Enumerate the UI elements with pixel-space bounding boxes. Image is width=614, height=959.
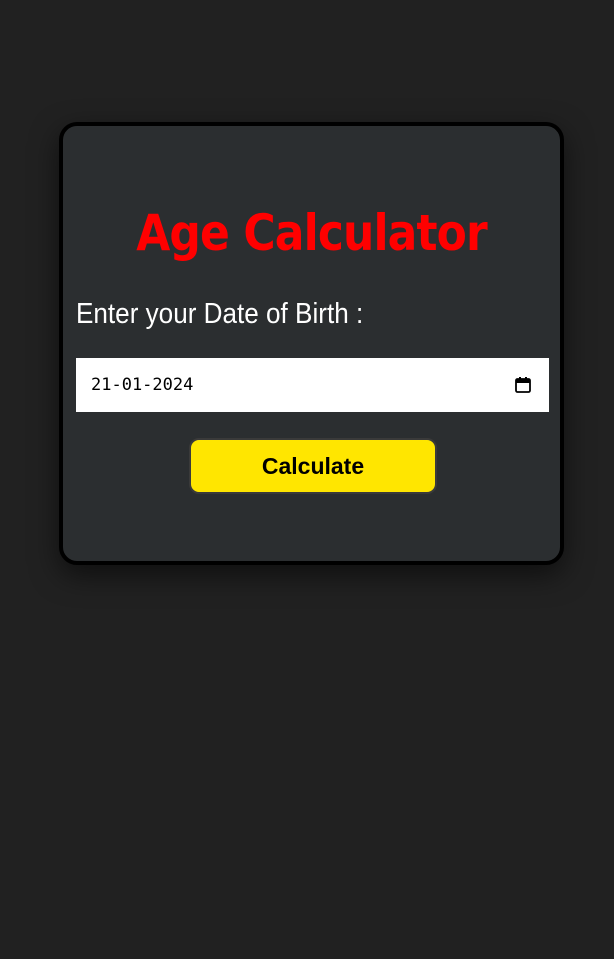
date-of-birth-value: 21-01-2024 [91,375,194,395]
page-title: Age Calculator [136,204,487,262]
calculate-button[interactable]: Calculate [189,438,437,494]
date-of-birth-label: Enter your Date of Birth : [76,298,364,330]
calendar-icon[interactable] [514,376,532,394]
date-of-birth-input[interactable]: 21-01-2024 [76,358,549,412]
age-calculator-card: Age Calculator Enter your Date of Birth … [59,122,564,565]
